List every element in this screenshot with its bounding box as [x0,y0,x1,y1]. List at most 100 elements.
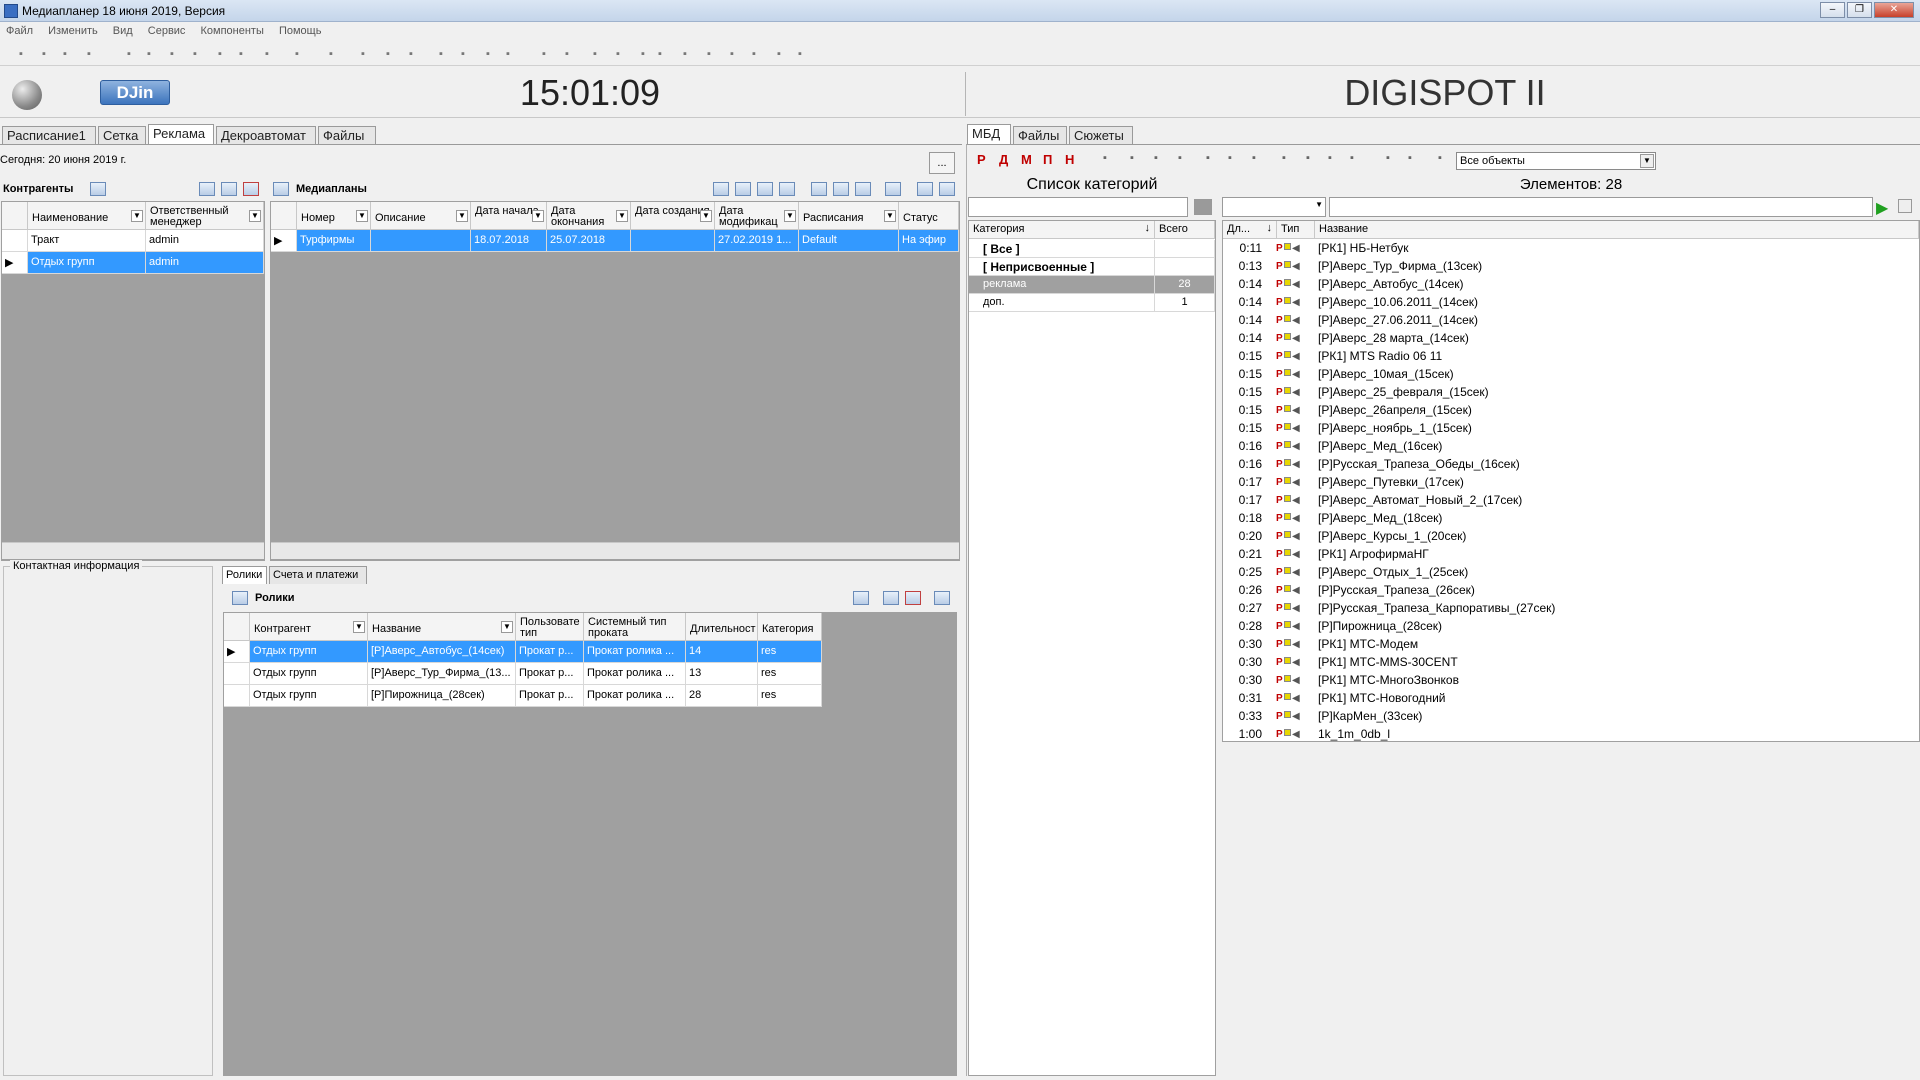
col-number[interactable]: Номер ▼ [297,202,371,230]
toolbar-tool-icon[interactable]: ▪ [653,47,667,61]
mbd-tool-icon[interactable]: ▪ [1322,152,1338,166]
mbd-tool-icon[interactable]: ▪ [1402,152,1418,166]
list-item[interactable]: 0:15 P ◀ [Р]Аверс_26апреля_(15сек) [1220,403,1910,421]
list-item[interactable]: 0:28 P ◀ [Р]Пирожница_(28сек) [1220,619,1910,637]
mbd-tool-icon[interactable]: ▪ [1380,152,1396,166]
mediaplan-action-icon[interactable] [779,182,795,196]
toolbar-tool-icon[interactable]: ▪ [434,47,448,61]
table-cell[interactable]: Отдых групп [250,685,368,707]
list-item[interactable]: 0:20 P ◀ [Р]Аверс_Курсы_1_(20сек) [1220,529,1910,547]
col-end-date[interactable]: Дата окончания ▼ [547,202,631,230]
list-item[interactable]: 0:15 P ◀ [РК1] MTS Radio 06 11 [1220,349,1910,367]
toolbar-tool-icon[interactable]: ▪ [588,47,602,61]
toolbar-tool-icon[interactable]: ▪ [324,47,338,61]
speaker-icon[interactable]: ◀ [1292,729,1300,740]
speaker-icon[interactable]: ◀ [1292,585,1300,596]
col-total[interactable]: Всего [1155,221,1215,239]
speaker-icon[interactable]: ◀ [1292,297,1300,308]
tab-stories[interactable]: Сюжеты [1069,126,1133,144]
toolbar-tool-icon[interactable]: ▪ [481,47,495,61]
table-cell[interactable]: [Р]Пирожница_(28сек) [368,685,516,707]
toolbar-tool-icon[interactable]: ▪ [560,47,574,61]
list-item[interactable]: 0:25 P ◀ [Р]Аверс_Отдых_1_(25сек) [1220,565,1910,583]
chevron-down-icon[interactable]: ▼ [1640,154,1654,168]
col-category[interactable]: Категория ↓ [969,221,1155,239]
chevron-down-icon[interactable]: ▼ [353,621,365,633]
table-cell[interactable]: Отдых групп [250,663,368,685]
table-cell[interactable]: [Р]Аверс_Автобус_(14сек) [368,641,516,663]
toolbar-tool-icon[interactable]: ▪ [793,47,807,61]
toolbar-tool-icon[interactable]: ▪ [611,47,625,61]
toolbar-tool-icon[interactable]: ▪ [678,47,692,61]
speaker-icon[interactable]: ◀ [1292,243,1300,254]
speaker-icon[interactable]: ◀ [1292,351,1300,362]
speaker-icon[interactable]: ◀ [1292,261,1300,272]
mbd-tool-icon[interactable]: ▪ [1148,152,1164,166]
speaker-icon[interactable]: ◀ [1292,693,1300,704]
speaker-icon[interactable]: ◀ [1292,441,1300,452]
tab-spots[interactable]: Ролики [222,566,267,584]
tab-schedule1[interactable]: Расписание1 [2,126,96,144]
speaker-icon[interactable]: ◀ [1292,603,1300,614]
edit-icon[interactable] [883,591,899,605]
category-item[interactable]: доп. [969,294,1155,312]
col-manager[interactable]: Ответственный менеджер ▼ [146,202,264,230]
list-item[interactable]: 0:17 P ◀ [Р]Аверс_Путевки_(17сек) [1220,475,1910,493]
mediaplan-action-icon[interactable] [833,182,849,196]
col-duration[interactable]: Длительност [686,613,758,641]
menu-edit[interactable]: Изменить [42,22,104,40]
tab-mbd[interactable]: МБД [967,124,1011,144]
horizontal-scrollbar[interactable] [271,542,959,559]
speaker-icon[interactable]: ◀ [1292,477,1300,488]
mbd-tool-icon[interactable]: ▪ [1344,152,1360,166]
tab-grid[interactable]: Сетка [98,126,146,144]
chevron-down-icon[interactable]: ▼ [884,210,896,222]
mbd-tool-icon[interactable]: ▪ [1124,152,1140,166]
col-system-type[interactable]: Системный тип проката [584,613,686,641]
minimize-button[interactable]: – [1820,2,1845,18]
mediaplan-action-icon[interactable] [939,182,955,196]
mbd-tool-icon[interactable]: ▪ [1222,152,1238,166]
chevron-down-icon[interactable]: ▼ [532,210,544,222]
speaker-icon[interactable]: ◀ [1292,369,1300,380]
toolbar-tool-icon[interactable]: ▪ [188,47,202,61]
maximize-button[interactable]: ❐ [1847,2,1872,18]
toolbar-tool-icon[interactable]: ▪ [234,47,248,61]
table-cell[interactable]: Default [799,230,899,252]
table-cell[interactable]: 28 [686,685,758,707]
category-type-icon[interactable]: P [977,152,993,167]
table-cell[interactable]: [Р]Аверс_Тур_Фирма_(13... [368,663,516,685]
objects-filter-select[interactable]: Все объекты ▼ [1456,152,1656,170]
table-cell[interactable]: Прокат р... [516,641,584,663]
tab-right-files[interactable]: Файлы [1013,126,1067,144]
close-button[interactable]: ✕ [1874,2,1914,18]
list-item[interactable]: 0:31 P ◀ [РК1] МТС-Новогодний [1220,691,1910,709]
col-schedules[interactable]: Расписания ▼ [799,202,899,230]
toolbar-tool-icon[interactable]: ▪ [702,47,716,61]
category-type-icon[interactable]: H [1065,152,1081,167]
table-cell[interactable]: admin [146,252,264,274]
table-cell[interactable]: Прокат ролика ... [584,641,686,663]
menu-components[interactable]: Компоненты [195,22,270,40]
col-counterparty[interactable]: Контрагент ▼ [250,613,368,641]
delete-icon[interactable] [905,591,921,605]
tab-decroautomat[interactable]: Декроавтомат [216,126,316,144]
table-cell[interactable]: res [758,685,822,707]
speaker-icon[interactable]: ◀ [1292,279,1300,290]
settings-icon[interactable] [934,591,950,605]
add-icon[interactable] [199,182,215,196]
category-type-icon[interactable]: П [1043,152,1059,167]
more-button[interactable]: ... [929,152,955,174]
chevron-down-icon[interactable]: ▼ [131,210,143,222]
chevron-down-icon[interactable]: ▼ [356,210,368,222]
speaker-icon[interactable]: ◀ [1292,333,1300,344]
toolbar-tool-icon[interactable]: ▪ [82,47,96,61]
toolbar-tool-icon[interactable]: ▪ [772,47,786,61]
list-item[interactable]: 0:14 P ◀ [Р]Аверс_10.06.2011_(14сек) [1220,295,1910,313]
mbd-tool-icon[interactable]: ▪ [1276,152,1292,166]
toolbar-tool-icon[interactable]: ▪ [501,47,515,61]
table-cell[interactable]: admin [146,230,264,252]
elements-search-input[interactable] [1329,197,1873,217]
chevron-down-icon[interactable]: ▼ [1315,200,1323,209]
toolbar-tool-icon[interactable]: ▪ [37,47,51,61]
